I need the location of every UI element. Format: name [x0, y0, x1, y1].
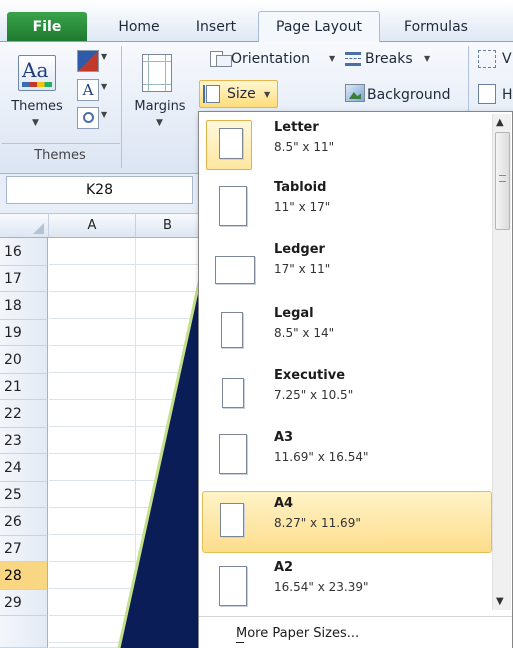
size-option-name: Legal: [274, 306, 314, 321]
margins-button[interactable]: Margins ▼: [124, 48, 190, 140]
size-button[interactable]: Size ▼: [199, 80, 278, 108]
size-dropdown-menu: Letter 8.5" x 11" Tabloid 11" x 17" Ledg…: [198, 111, 513, 648]
row-header-19[interactable]: 19: [0, 320, 48, 346]
row-header-29[interactable]: 29: [0, 590, 48, 616]
size-option-a2[interactable]: A2 16.54" x 23.39": [202, 556, 492, 618]
breaks-label[interactable]: Breaks: [365, 51, 413, 67]
breaks-arrow-icon[interactable]: ▼: [424, 54, 430, 63]
row-header-18[interactable]: 18: [0, 292, 48, 320]
themes-label: Themes: [11, 99, 63, 114]
print-area-icon[interactable]: [478, 50, 496, 68]
row-header-27[interactable]: 27: [0, 536, 48, 562]
margins-dropdown-arrow-icon: ▼: [156, 118, 163, 128]
size-option-dims: 11" x 17": [274, 200, 331, 214]
size-option-dims: 17" x 11": [274, 262, 331, 276]
tab-file[interactable]: File: [7, 12, 87, 41]
name-box[interactable]: K28: [6, 176, 193, 204]
worksheet-grid[interactable]: A B 16 17 18 19 20 21 22 23 24 25 26 27 …: [0, 214, 200, 648]
scroll-down-arrow-icon[interactable]: ▼: [496, 596, 504, 607]
margins-icon: [142, 54, 172, 92]
more-paper-sizes-label: More Paper Sizes...: [236, 626, 360, 641]
row-header-23[interactable]: 23: [0, 428, 48, 454]
orientation-arrow-icon[interactable]: ▼: [329, 54, 335, 63]
size-option-name: A4: [274, 496, 294, 511]
size-option-a4[interactable]: A4 8.27" x 11.69": [202, 491, 492, 553]
more-paper-sizes-item[interactable]: More Paper Sizes...: [199, 616, 512, 648]
row-header-30-partial[interactable]: [0, 616, 48, 648]
row-header-20[interactable]: 20: [0, 346, 48, 374]
themes-dropdown-arrow-icon: ▼: [32, 118, 39, 128]
paper-letter-icon: [219, 128, 243, 159]
orientation-label[interactable]: Orientation: [231, 51, 310, 67]
menu-scrollbar[interactable]: ▲ ▼: [492, 114, 511, 610]
size-option-name: A3: [274, 430, 294, 445]
row-header-26[interactable]: 26: [0, 508, 48, 536]
margins-label: Margins: [134, 99, 186, 114]
themes-button[interactable]: Aa Themes ▼: [6, 48, 68, 140]
themes-icon: Aa: [18, 55, 56, 91]
size-option-dims: 11.69" x 16.54": [274, 450, 369, 464]
theme-fonts-arrow-icon[interactable]: ▼: [101, 82, 107, 91]
row-header-28[interactable]: 28: [0, 562, 48, 590]
clipped-label-v[interactable]: V: [502, 51, 512, 67]
paper-executive-icon: [222, 378, 244, 408]
size-option-name: Ledger: [274, 242, 325, 257]
tab-formulas[interactable]: Formulas: [393, 12, 479, 42]
size-option-name: Letter: [274, 120, 319, 135]
size-arrow-icon: ▼: [264, 90, 271, 99]
size-option-legal[interactable]: Legal 8.5" x 14": [202, 300, 492, 362]
print-titles-icon[interactable]: [478, 84, 496, 104]
row-header-21[interactable]: 21: [0, 374, 48, 400]
tab-home[interactable]: Home: [108, 12, 170, 42]
size-option-name: A2: [274, 560, 294, 575]
tab-page-layout[interactable]: Page Layout: [258, 11, 380, 43]
paper-legal-icon: [221, 312, 243, 348]
paper-a3-icon: [219, 434, 247, 474]
size-option-ledger[interactable]: Ledger 17" x 11": [202, 238, 492, 300]
tab-insert[interactable]: Insert: [186, 12, 246, 42]
chart-shape[interactable]: [49, 238, 200, 648]
theme-effects-icon[interactable]: [77, 107, 99, 129]
size-option-dims: 8.27" x 11.69": [274, 516, 361, 530]
scroll-thumb[interactable]: [495, 132, 510, 230]
paper-a2-icon: [219, 566, 247, 606]
select-all-corner[interactable]: [0, 214, 49, 238]
size-option-dims: 8.5" x 14": [274, 326, 335, 340]
row-header-25[interactable]: 25: [0, 482, 48, 508]
column-header-a[interactable]: A: [49, 214, 136, 238]
size-option-tabloid[interactable]: Tabloid 11" x 17": [202, 176, 492, 238]
row-header-22[interactable]: 22: [0, 400, 48, 428]
size-option-dims: 16.54" x 23.39": [274, 580, 369, 594]
theme-fonts-icon[interactable]: A: [77, 79, 99, 101]
paper-tabloid-icon: [219, 186, 247, 226]
theme-colors-icon[interactable]: [77, 50, 99, 72]
size-option-dims: 7.25" x 10.5": [274, 388, 354, 402]
row-header-16[interactable]: 16: [0, 238, 48, 266]
size-option-name: Executive: [274, 368, 346, 383]
row-header-17[interactable]: 17: [0, 266, 48, 292]
breaks-icon[interactable]: [345, 50, 363, 68]
scroll-up-arrow-icon[interactable]: ▲: [496, 117, 504, 128]
row-header-24[interactable]: 24: [0, 454, 48, 482]
theme-colors-arrow-icon[interactable]: ▼: [101, 52, 107, 61]
themes-group-label: Themes: [34, 148, 86, 163]
size-label: Size: [227, 86, 256, 102]
size-option-a3[interactable]: A3 11.69" x 16.54": [202, 424, 492, 486]
background-label[interactable]: Background: [367, 87, 451, 103]
size-icon: [203, 85, 220, 103]
theme-effects-arrow-icon[interactable]: ▼: [101, 110, 107, 119]
column-header-b[interactable]: B: [136, 214, 200, 238]
background-icon[interactable]: [345, 84, 365, 102]
size-option-dims: 8.5" x 11": [274, 140, 335, 154]
paper-a4-icon: [220, 503, 244, 537]
size-option-name: Tabloid: [274, 180, 327, 195]
size-option-letter[interactable]: Letter 8.5" x 11": [202, 114, 492, 176]
size-option-executive[interactable]: Executive 7.25" x 10.5": [202, 362, 492, 424]
ribbon-tab-strip: File Home Insert Page Layout Formulas: [0, 0, 513, 43]
clipped-label-h[interactable]: H: [502, 87, 513, 103]
paper-ledger-icon: [215, 256, 255, 284]
